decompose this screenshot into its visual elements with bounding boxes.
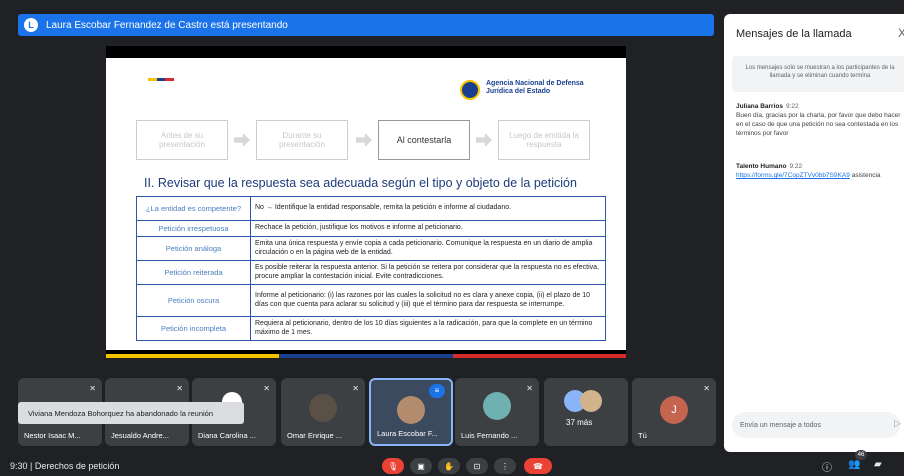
row-value: No → Identifique la entidad responsable,… (250, 196, 606, 221)
more-count: 37 más (566, 418, 593, 427)
people-icon[interactable]: 👥 (848, 459, 860, 470)
table-row: Petición análoga Emita una única respuest… (136, 236, 606, 261)
chat-input-placeholder: Envía un mensaje a todos (740, 421, 821, 429)
participant-name: Tú (638, 431, 647, 440)
end-call-button[interactable]: ☎ (524, 458, 552, 474)
avatar (580, 390, 602, 412)
presenting-banner: L Laura Escobar Fernandez de Castro está… (18, 14, 714, 36)
message-text: Buen día, gracias por la charla, por fav… (736, 112, 901, 137)
mic-off-icon: ✕ (89, 384, 96, 393)
avatar (309, 394, 337, 422)
row-key: Petición oscura (136, 284, 251, 317)
step-before: Antes de su presentación (136, 120, 228, 160)
arrow-icon (476, 133, 492, 147)
participant-name: Omar Enrique ... (287, 431, 343, 440)
arrow-icon (356, 133, 372, 147)
participant-tile[interactable]: ✕ Luis Fernando ... (455, 378, 539, 446)
avatar (397, 396, 425, 424)
avatar (483, 392, 511, 420)
more-participants-tile[interactable]: 37 más (544, 378, 628, 446)
camera-toggle-button[interactable]: ▣ (410, 458, 432, 474)
mic-toggle-button[interactable]: 🎙 (382, 458, 404, 474)
step-answering: Al contestarla (378, 120, 470, 160)
colombia-flag-icon (148, 78, 175, 81)
message-link[interactable]: https://forms.gle/7CopZTVv0bb7S9KA9 (736, 172, 850, 179)
chat-message: Talento Humano 9:22 https://forms.gle/7Co… (736, 162, 904, 180)
flag-stripe (106, 354, 626, 358)
participant-name: Nestor Isaac M... (24, 431, 81, 440)
agency-logo (460, 80, 480, 100)
row-key: Petición incompleta (136, 316, 251, 341)
mic-off-icon: ✕ (176, 384, 183, 393)
chat-message: Juliana Barrios 9:22 Buen día, gracias po… (736, 102, 904, 138)
table-row: Petición oscura Informe al peticionario: … (136, 284, 606, 317)
mic-off-icon: ✕ (526, 384, 533, 393)
agency-name: Agencia Nacional de Defensa Jurídica del… (486, 80, 584, 95)
step-after: Luego de emitida la respuesta (498, 120, 590, 160)
row-key: Petición análoga (136, 236, 251, 261)
row-value: Informe al peticionario: (i) las razones… (250, 284, 606, 317)
chat-panel: Mensajes de la llamada X Los mensajes so… (724, 14, 904, 452)
present-button[interactable]: ⊡ (466, 458, 488, 474)
participant-name: Diana Carolina ... (198, 431, 256, 440)
row-value: Emita una única respuesta y envíe copia … (250, 236, 606, 261)
chat-title: Mensajes de la llamada (736, 28, 852, 40)
mic-off-icon: ✕ (263, 384, 270, 393)
shared-screen: Agencia Nacional de Defensa Jurídica del… (106, 46, 626, 358)
table-row: Petición incompleta Requiera al peticiona… (136, 316, 606, 341)
row-key: ¿La entidad es competente? (136, 196, 251, 221)
raise-hand-button[interactable]: ✋ (438, 458, 460, 474)
petition-rules-table: ¿La entidad es competente? No → Identifiq… (136, 196, 606, 341)
close-icon[interactable]: X (898, 26, 904, 40)
more-options-button[interactable]: ⋮ (494, 458, 516, 474)
table-row: Petición irrespetuosa Rechace la petición… (136, 220, 606, 237)
message-text: asistencia (851, 172, 881, 179)
participant-name: Laura Escobar F... (377, 429, 438, 438)
table-row: Petición reiterada Es posible reiterar la… (136, 260, 606, 285)
info-icon[interactable]: ⓘ (822, 459, 832, 474)
message-sender: Juliana Barrios (736, 103, 783, 110)
mic-off-icon: ✕ (703, 384, 710, 393)
chat-message-input[interactable]: Envía un mensaje a todos ▷ (732, 412, 901, 438)
notification-toast: Viviana Mendoza Bohorquez ha abandonado … (18, 402, 244, 424)
slide-heading: II. Revisar que la respuesta sea adecuad… (144, 176, 577, 190)
meeting-time-title: 9:30 | Derechos de petición (10, 461, 120, 471)
participant-name: Jesualdo Andre... (111, 431, 169, 440)
row-value: Es posible reiterar la respuesta anterio… (250, 260, 606, 285)
participant-tile[interactable]: ✕ Omar Enrique ... (281, 378, 365, 446)
bottom-toolbar: 9:30 | Derechos de petición 🎙 ▣ ✋ ⊡ ⋮ ☎ … (0, 450, 904, 476)
presenting-text: Laura Escobar Fernandez de Castro está p… (46, 19, 288, 31)
chat-icon[interactable]: ▰ (874, 459, 882, 470)
message-time: 9:22 (785, 103, 799, 110)
chat-notice: Los mensajes solo se muestran a los part… (732, 56, 904, 92)
presentation-slide: Agencia Nacional de Defensa Jurídica del… (106, 58, 626, 350)
table-row: ¿La entidad es competente? No → Identifiq… (136, 196, 606, 221)
row-value: Requiera al peticionario, dentro de los … (250, 316, 606, 341)
presenter-avatar: L (24, 18, 38, 32)
send-icon[interactable]: ▷ (894, 418, 904, 428)
step-during: Durante su presentación (256, 120, 348, 160)
arrow-icon (234, 133, 250, 147)
people-count-badge: 46 (855, 450, 867, 460)
message-sender: Talento Humano (736, 163, 787, 170)
message-time: 9:22 (789, 163, 803, 170)
row-key: Petición reiterada (136, 260, 251, 285)
participant-tile-speaking[interactable]: ≡ Laura Escobar F... (369, 378, 453, 446)
avatar: J (660, 396, 688, 424)
participant-name: Luis Fernando ... (461, 431, 518, 440)
speaking-icon: ≡ (429, 384, 445, 398)
self-tile[interactable]: ✕ J Tú (632, 378, 716, 446)
mic-off-icon: ✕ (352, 384, 359, 393)
row-key: Petición irrespetuosa (136, 220, 251, 237)
row-value: Rechace la petición, justifique los moti… (250, 220, 606, 237)
